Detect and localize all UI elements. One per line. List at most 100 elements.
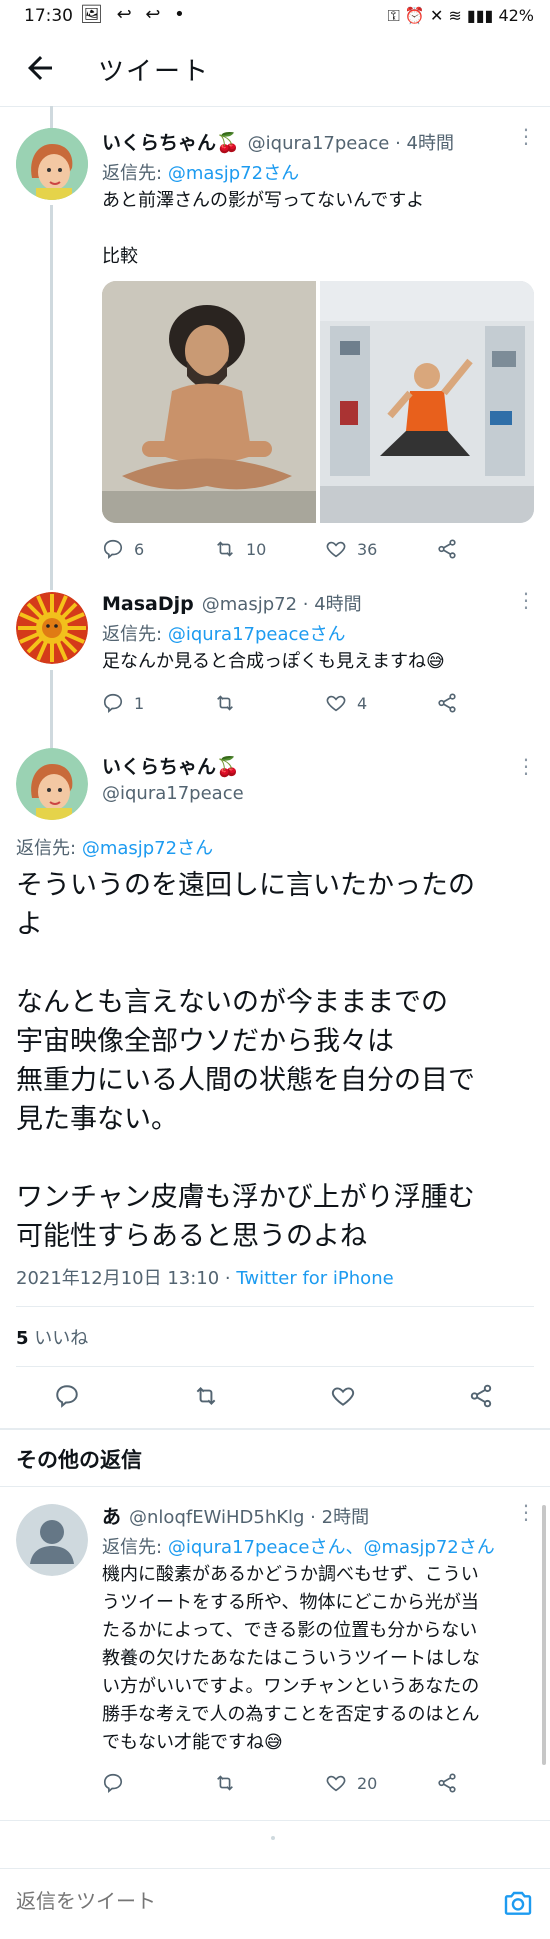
tweet-source[interactable]: Twitter for iPhone (236, 1268, 393, 1289)
section-title: その他の返信 (16, 1448, 142, 1472)
header-divider (0, 106, 550, 107)
likes-count: 5 (16, 1328, 29, 1349)
reply-to-line: 返信先: @masjp72さん (16, 834, 213, 860)
camera-icon[interactable] (502, 1887, 534, 1919)
reply-label: 返信先: (102, 1537, 163, 1558)
avatar[interactable] (16, 128, 88, 200)
divider (0, 1820, 550, 1821)
like-action[interactable]: 36 (325, 538, 377, 560)
heart-icon[interactable] (330, 1383, 356, 1409)
likes-summary[interactable]: 5 いいね (16, 1324, 88, 1350)
reply-to-link[interactable]: @masjp72さん (82, 838, 213, 859)
reply-label: 返信先: (102, 624, 163, 645)
tweet-line: い方がいいですよ。ワンチャンというあなたの (102, 1676, 480, 1697)
divider (16, 1306, 534, 1307)
share-action[interactable] (436, 538, 458, 560)
retweet-icon (217, 1775, 233, 1791)
reply-label: 返信先: (102, 163, 163, 184)
display-name[interactable]: MasaDjp (102, 593, 194, 615)
avatar[interactable] (16, 1504, 88, 1576)
top-bar: ツイート (0, 36, 550, 100)
retweet-icon (217, 695, 233, 711)
back-arrow-icon[interactable] (22, 50, 58, 86)
like-count: 20 (357, 1773, 378, 1793)
tweet-line: そういうのを遠回しに言いたかったの (16, 870, 475, 901)
like-count: 4 (357, 693, 368, 713)
reply-input[interactable] (16, 1889, 486, 1913)
like-action[interactable]: 4 (325, 692, 367, 714)
display-name[interactable]: いくらちゃん🍒 (102, 128, 240, 155)
media-image-right[interactable] (320, 281, 534, 523)
retweet-icon (217, 541, 233, 557)
thread-line (50, 670, 53, 748)
main-tweet-text: そういうのを遠回しに言いたかったの よ なんとも言えないのが今まままでの 宇宙映… (16, 866, 536, 1256)
reply-to-line: 返信先: @iqura17peaceさん、@masjp72さん (102, 1533, 522, 1559)
reply-action[interactable] (102, 1772, 134, 1794)
reply-count: 6 (134, 539, 145, 559)
tweet-line: 無重力にいる人間の状態を自分の目で (16, 1065, 475, 1096)
tweet-header: MasaDjp @masjp72 · 4時間 (102, 590, 522, 616)
handle: @iqura17peace (102, 783, 244, 804)
share-icon (438, 539, 456, 559)
handle: @nloqfEWiHD5hKlg · 2時間 (129, 1507, 370, 1528)
share-icon[interactable] (468, 1383, 494, 1409)
battery-level: 42% (498, 6, 534, 25)
heart-icon (326, 695, 346, 712)
heart-icon (326, 1775, 346, 1792)
media-image-left[interactable] (102, 281, 316, 523)
retweet-action[interactable]: 10 (214, 538, 266, 560)
like-count: 36 (357, 539, 378, 559)
reply-action[interactable]: 6 (102, 538, 144, 560)
share-action[interactable] (436, 692, 458, 714)
handle: @iqura17peace · 4時間 (247, 133, 454, 154)
more-options-icon[interactable]: ⋮ (516, 588, 536, 612)
tweet-header: あ @nloqfEWiHD5hKlg · 2時間 (102, 1502, 522, 1529)
more-options-icon[interactable]: ⋮ (516, 124, 536, 148)
thread-line (50, 205, 53, 590)
share-action[interactable] (436, 1772, 458, 1794)
reply-to-link[interactable]: @iqura17peaceさん (168, 624, 346, 645)
display-name[interactable]: あ (102, 1502, 121, 1529)
tweet-timestamp: 2021年12月10日 13:10 · Twitter for iPhone (16, 1264, 394, 1290)
likes-label: いいね (34, 1328, 89, 1349)
retweet-icon[interactable] (193, 1383, 219, 1409)
notification-icons: 🖼 ↩ ↩ • (80, 4, 189, 25)
tweet-header: いくらちゃん🍒 @iqura17peace · 4時間 (102, 128, 522, 155)
like-action[interactable]: 20 (325, 1772, 377, 1794)
tweet-line: たるかによって、できる影の位置も分からない (102, 1620, 478, 1641)
main-tweet-author[interactable]: いくらちゃん🍒 @iqura17peace (102, 752, 244, 804)
more-options-icon[interactable]: ⋮ (516, 754, 536, 778)
tweet-line (16, 1139, 536, 1178)
share-icon (438, 693, 456, 713)
scrollbar[interactable] (542, 1505, 546, 1765)
tweet-line: よ (16, 909, 43, 940)
reply-icon (103, 693, 123, 714)
loading-dot (271, 1836, 275, 1840)
reply-action[interactable]: 1 (102, 692, 144, 714)
tweet-text: 機内に酸素があるかどうか調べもせず、こうい うツイートをする所や、物体にどこから… (102, 1561, 522, 1757)
more-options-icon[interactable]: ⋮ (516, 1500, 536, 1524)
tweet-text: 比較 (102, 246, 138, 267)
media-grid (102, 281, 534, 523)
tweet-line: 教養の欠けたあなたはこういうツイートはしな (102, 1648, 480, 1669)
share-icon (438, 1773, 456, 1793)
tweet-line: 勝手な考えで人の為すことを否定するのはとん (102, 1704, 480, 1725)
display-name[interactable]: いくらちゃん🍒 (102, 752, 244, 779)
tweet-line: うツイートをする所や、物体にどこから光が当 (102, 1592, 479, 1613)
tweet-line: ワンチャン皮膚も浮かび上がり浮腫む (16, 1182, 475, 1213)
reply-to-link[interactable]: @iqura17peaceさん、@masjp72さん (168, 1537, 495, 1558)
divider (0, 1486, 550, 1487)
tweet[interactable]: いくらちゃん🍒 @iqura17peace · 4時間 返信先: @masjp7… (102, 128, 522, 271)
tweet[interactable]: あ @nloqfEWiHD5hKlg · 2時間 返信先: @iqura17pe… (102, 1502, 522, 1757)
retweet-action[interactable] (214, 1772, 246, 1794)
avatar[interactable] (16, 592, 88, 664)
reply-to-link[interactable]: @masjp72さん (168, 163, 299, 184)
avatar[interactable] (16, 748, 88, 820)
retweet-count: 10 (246, 539, 267, 559)
tweet[interactable]: MasaDjp @masjp72 · 4時間 返信先: @iqura17peac… (102, 590, 522, 676)
tweet-line: 機内に酸素があるかどうか調べもせず、こうい (102, 1564, 479, 1585)
system-icons: ⚿ ⏰ ✕ ≋ ▮▮▮ (387, 6, 499, 25)
reply-icon[interactable] (54, 1383, 80, 1409)
reply-to-line: 返信先: @masjp72さん (102, 159, 522, 185)
retweet-action[interactable] (214, 692, 246, 714)
